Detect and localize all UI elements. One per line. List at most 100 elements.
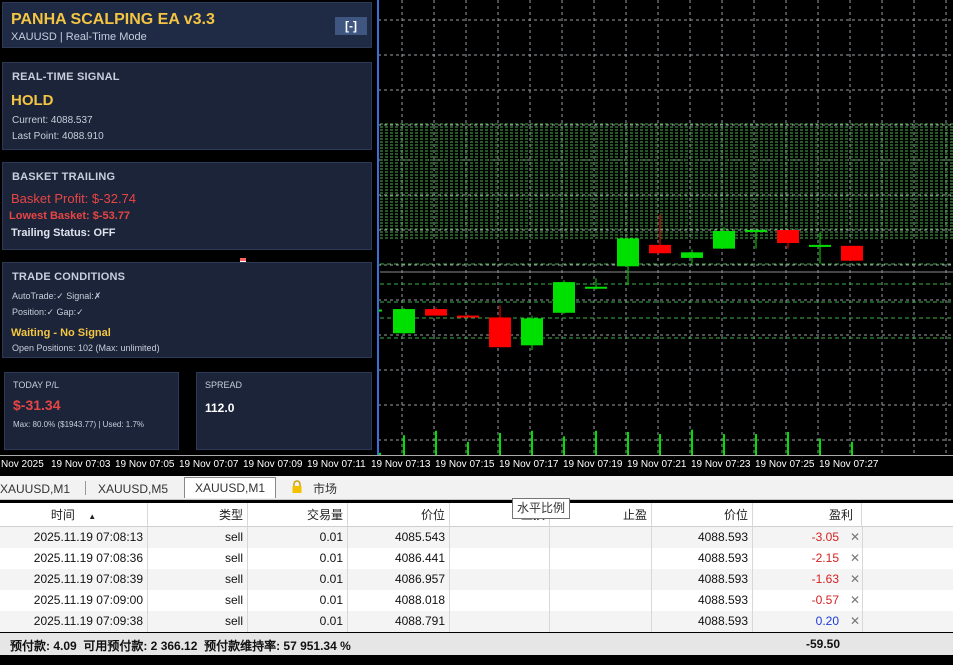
trade-cell-time: 2025.11.19 07:09:00 <box>0 590 148 611</box>
waiting-status: Waiting - No Signal <box>11 327 111 339</box>
autotrade-signal-status: AutoTrade:✓ Signal:✗ <box>12 291 102 301</box>
trade-cell-profit: -1.63 <box>811 572 839 586</box>
trade-cell-type: sell <box>148 569 248 590</box>
sort-asc-icon: ▲ <box>88 512 97 521</box>
candle-body <box>681 252 703 258</box>
tab-xauusd-m1-active[interactable]: XAUUSD,M1 <box>184 477 277 498</box>
today-pl-heading: TODAY P/L <box>13 380 60 390</box>
trade-cell-tp <box>550 569 652 590</box>
time-tick: 19 Nov 07:25 <box>755 459 815 470</box>
trade-cell-cur: 4088.593 <box>652 527 753 548</box>
tab-xauusd-m5[interactable]: XAUUSD,M5 <box>98 479 168 499</box>
candle-body <box>393 309 415 334</box>
trade-cell-cur: 4088.593 <box>652 548 753 569</box>
time-tick: 19 Nov 07:15 <box>435 459 495 470</box>
trade-cell-sl <box>450 569 550 590</box>
row-end-separator <box>862 569 863 590</box>
time-tick: 19 Nov 07:21 <box>627 459 687 470</box>
today-pl-detail: Max: 80.0% ($1943.77) | Used: 1.7% <box>13 420 145 429</box>
trade-cell-time: 2025.11.19 07:08:13 <box>0 527 148 548</box>
col-header-type[interactable]: 类型 <box>148 503 248 527</box>
col-header-volume[interactable]: 交易量 <box>248 503 348 527</box>
candle-body <box>809 244 831 247</box>
close-position-icon[interactable]: ✕ <box>848 548 862 569</box>
lowest-basket: Lowest Basket: $-53.77 <box>9 210 131 222</box>
current-price: Current: 4088.537 <box>12 115 93 126</box>
trade-row[interactable]: 2025.11.19 07:08:36 sell 0.01 4086.441 4088.… <box>0 548 953 569</box>
trade-cell-price: 4088.791 <box>348 611 450 632</box>
trade-cell-type: sell <box>148 590 248 611</box>
close-position-icon[interactable]: ✕ <box>848 569 862 590</box>
close-position-icon[interactable]: ✕ <box>848 527 862 548</box>
trade-cell-time: 2025.11.19 07:08:39 <box>0 569 148 590</box>
conditions-heading: TRADE CONDITIONS <box>12 271 126 283</box>
trade-cell-sl <box>450 611 550 632</box>
ea-subtitle: XAUUSD | Real-Time Mode <box>11 31 147 43</box>
row-end-separator <box>862 548 863 569</box>
tab-separator <box>85 481 86 495</box>
trailing-status: Trailing Status: OFF <box>11 227 116 239</box>
col-header-cur-price[interactable]: 价位 <box>652 503 753 527</box>
row-end-separator <box>862 527 863 548</box>
trade-cell-volume: 0.01 <box>248 569 348 590</box>
chart-tab-bar: XAUUSD,M1 XAUUSD,M5 XAUUSD,M1 市场 <box>0 476 953 500</box>
row-end-separator <box>862 611 863 632</box>
candle-body <box>617 238 639 267</box>
open-positions: Open Positions: 102 (Max: unlimited) <box>12 343 160 353</box>
col-header-price[interactable]: 价位 <box>348 503 450 527</box>
time-axis: Nov 2025 19 Nov 07:03 19 Nov 07:05 19 No… <box>0 456 953 476</box>
spread-heading: SPREAD <box>205 380 243 390</box>
trade-cell-time: 2025.11.19 07:08:36 <box>0 548 148 569</box>
candle-body <box>521 318 543 346</box>
time-tick: 19 Nov 07:19 <box>563 459 623 470</box>
candle-body <box>489 317 511 348</box>
close-position-icon[interactable]: ✕ <box>848 590 862 611</box>
trade-cell-volume: 0.01 <box>248 548 348 569</box>
trade-cell-volume: 0.01 <box>248 527 348 548</box>
candle-body <box>585 286 607 289</box>
trade-row[interactable]: 2025.11.19 07:09:38 sell 0.01 4088.791 4088.… <box>0 611 953 632</box>
ea-title: PANHA SCALPING EA v3.3 <box>11 11 215 28</box>
time-tick: 19 Nov 07:23 <box>691 459 751 470</box>
tab-xauusd-m1[interactable]: XAUUSD,M1 <box>0 479 70 499</box>
trade-cell-time: 2025.11.19 07:09:38 <box>0 611 148 632</box>
position-gap-status: Position:✓ Gap:✓ <box>12 307 84 317</box>
time-tick: 19 Nov 07:17 <box>499 459 559 470</box>
time-tick: 19 Nov 07:07 <box>179 459 239 470</box>
trade-cell-profit: -3.05 <box>811 530 839 544</box>
candle-body <box>649 244 671 254</box>
trade-row[interactable]: 2025.11.19 07:09:00 sell 0.01 4088.018 4088.… <box>0 590 953 611</box>
spread-value: 112.0 <box>205 401 235 415</box>
col-header-time[interactable]: 时间 ▲ <box>0 503 148 527</box>
candle-body <box>745 230 767 233</box>
conditions-panel: TRADE CONDITIONS AutoTrade:✓ Signal:✗ Po… <box>2 262 372 358</box>
time-tick: 19 Nov 07:11 <box>307 459 366 470</box>
trade-cell-tp <box>550 611 652 632</box>
trade-cell-price: 4086.441 <box>348 548 450 569</box>
col-header-time-label: 时间 <box>50 508 75 522</box>
trade-cell-sl <box>450 590 550 611</box>
trade-row[interactable]: 2025.11.19 07:08:39 sell 0.01 4086.957 4088.… <box>0 569 953 590</box>
trade-cell-price: 4085.543 <box>348 527 450 548</box>
candle-body <box>841 245 863 261</box>
today-pl-value: $-31.34 <box>13 397 61 413</box>
trade-row[interactable]: 2025.11.19 07:08:13 sell 0.01 4085.543 4088.… <box>0 527 953 548</box>
col-header-profit[interactable]: 盈利 <box>753 503 862 527</box>
time-tick: 19 Nov 07:05 <box>115 459 175 470</box>
trade-cell-sl <box>450 527 550 548</box>
trade-cell-cur: 4088.593 <box>652 590 753 611</box>
trade-cell-type: sell <box>148 527 248 548</box>
account-summary-bar: 预付款: 4.09 可用预付款: 2 366.12 预付款维持率: 57 951… <box>0 633 953 655</box>
time-tick: 19 Nov 07:13 <box>371 459 431 470</box>
trade-cell-sl <box>450 548 550 569</box>
price-chart[interactable]: PANHA SCALPING EA v3.3 XAUUSD | Real-Tim… <box>0 0 953 476</box>
trade-cell-profit: -2.15 <box>811 551 839 565</box>
account-summary-text: 预付款: 4.09 可用预付款: 2 366.12 预付款维持率: 57 951… <box>10 639 351 653</box>
tab-market[interactable]: 市场 <box>313 479 337 499</box>
candle-body <box>457 315 479 318</box>
trade-cell-tp <box>550 590 652 611</box>
trade-cell-type: sell <box>148 611 248 632</box>
time-tick: 19 Nov 07:27 <box>819 459 879 470</box>
collapse-button[interactable]: [-] <box>335 17 367 35</box>
close-position-icon[interactable]: ✕ <box>848 611 862 632</box>
